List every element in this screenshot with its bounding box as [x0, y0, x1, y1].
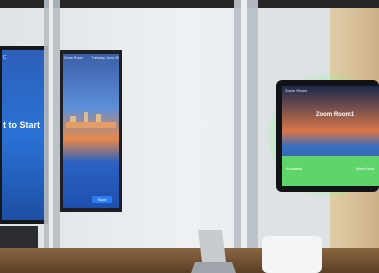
- tablet-status: Available: [286, 166, 303, 171]
- tablet-header-text: Zoom Room: [285, 88, 308, 93]
- left-console: [0, 226, 38, 248]
- center-button-label-wrap: Start: [92, 197, 112, 202]
- left-tv-small-text: C: [3, 55, 7, 61]
- conference-table: [0, 248, 379, 273]
- tablet-meet-now[interactable]: Meet Now: [356, 166, 374, 171]
- center-display-header: Zoom Room Tuesday, June 25: [64, 56, 119, 60]
- tablet-header: Zoom Room: [285, 88, 307, 93]
- tablet-green-bar[interactable]: [282, 156, 379, 186]
- office-photo: t to Start C Zoom Room Tuesday, June 25 …: [0, 0, 379, 273]
- tablet-title-wrap: Zoom Room1: [300, 112, 370, 118]
- left-tv-text: t to Start: [3, 120, 45, 130]
- left-tv-start-text: t to Start: [3, 120, 40, 130]
- center-button-label: Start: [97, 197, 107, 202]
- center-header-right: Tuesday, June 25: [91, 56, 119, 60]
- laptop-base: [191, 262, 236, 273]
- mullion-highlight-left: [49, 0, 53, 273]
- mullion-highlight-right: [241, 0, 247, 273]
- center-header-left: Zoom Room: [64, 56, 84, 60]
- center-display-screen: [63, 54, 119, 208]
- left-tv-corner: C: [3, 55, 7, 61]
- laptop-lid: [198, 230, 226, 262]
- tablet-bottom: Available Meet Now: [286, 166, 374, 171]
- left-tv-screen: [2, 50, 46, 220]
- chair: [262, 236, 322, 273]
- scene-svg: [0, 0, 379, 273]
- tablet-title: Zoom Room1: [315, 112, 355, 118]
